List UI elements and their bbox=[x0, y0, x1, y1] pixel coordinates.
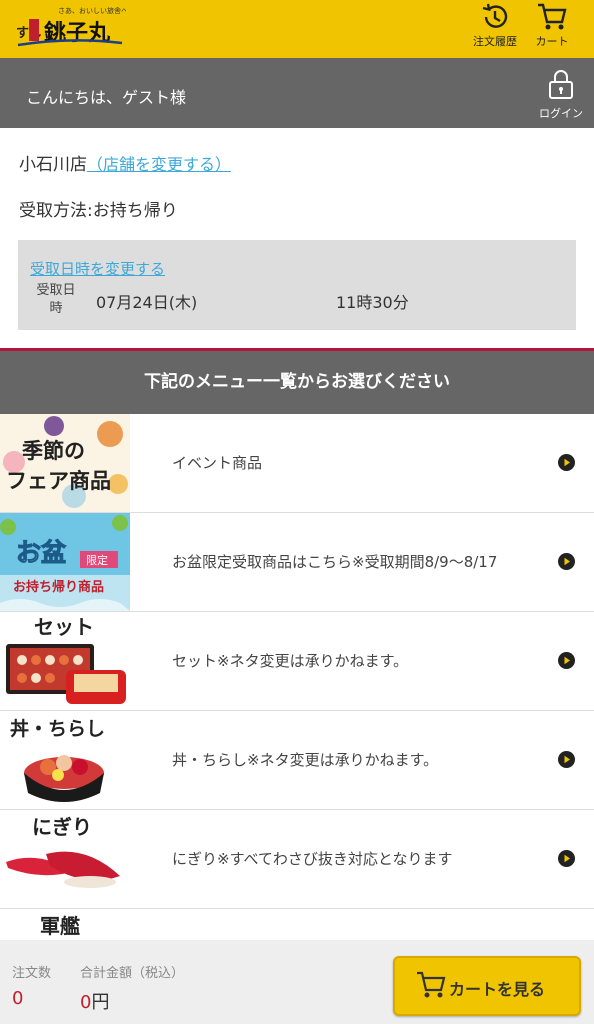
menu-item-label: セット※ネタ変更は承りかねます。 bbox=[172, 652, 409, 670]
menu-item-donburi[interactable]: 丼・ちらし 丼・ちらし※ネタ変更は承りかねます。 bbox=[0, 711, 594, 810]
guest-greeting: こんにちは、ゲスト様 bbox=[26, 88, 187, 107]
svg-text:セット: セット bbox=[34, 615, 94, 639]
change-datetime-link[interactable]: 受取日時を変更する bbox=[30, 258, 165, 279]
order-history-button[interactable]: 注文履歴 bbox=[465, 0, 525, 58]
order-count-value: 0 bbox=[12, 988, 24, 1009]
svg-text:フェア商品: フェア商品 bbox=[6, 468, 111, 493]
svg-text:季節の: 季節の bbox=[22, 438, 85, 463]
change-store-link[interactable]: （店舗を変更する） bbox=[87, 155, 231, 174]
menu-item-nigiri[interactable]: にぎり にぎり※すべてわさび抜き対応となります bbox=[0, 810, 594, 909]
menu-item-image: 丼・ちらし bbox=[0, 711, 130, 809]
svg-text:にぎり: にぎり bbox=[32, 815, 92, 839]
play-arrow-icon bbox=[558, 652, 575, 669]
cart-header-button[interactable]: カート bbox=[522, 0, 582, 58]
play-arrow-icon bbox=[558, 454, 575, 471]
pickup-time: 11時30分 bbox=[336, 293, 409, 312]
brand-logo[interactable]: さあ、おいしい旅舎へ すし 銚子丸 bbox=[14, 4, 128, 48]
guest-bar: こんにちは、ゲスト様 ログイン bbox=[0, 58, 594, 128]
menu-item-obon[interactable]: お盆 限定 お持ち帰り商品 お盆限定受取商品はこちら※受取期間8/9〜8/17 bbox=[0, 513, 594, 612]
menu-item-image: 季節の フェア商品 bbox=[0, 414, 130, 512]
pickup-datetime-box: 受取日時を変更する 受取日時 07月24日(木) 11時30分 bbox=[18, 240, 576, 330]
store-name: 小石川店 bbox=[19, 155, 87, 175]
total-label: 合計金額（税込） bbox=[80, 966, 185, 981]
menu-heading: 下記のメニュー一覧からお選びください bbox=[0, 351, 594, 414]
menu-item-label: お盆限定受取商品はこちら※受取期間8/9〜8/17 bbox=[172, 553, 498, 571]
total-value: 0円 bbox=[80, 988, 109, 1014]
menu-item-label: にぎり※すべてわさび抜き対応となります bbox=[172, 850, 453, 868]
menu-item-label: 丼・ちらし※ネタ変更は承りかねます。 bbox=[172, 751, 439, 769]
view-cart-label: カートを見る bbox=[449, 980, 546, 999]
login-button[interactable]: ログイン bbox=[536, 68, 586, 121]
cart-icon bbox=[417, 971, 446, 998]
menu-item-image: にぎり bbox=[0, 810, 130, 908]
history-icon bbox=[482, 3, 508, 28]
menu-item-image: セット bbox=[0, 612, 130, 710]
cart-icon bbox=[538, 3, 567, 30]
play-arrow-icon bbox=[558, 553, 575, 570]
store-info: 小石川店（店舗を変更する） bbox=[19, 150, 231, 175]
total-unit: 円 bbox=[91, 992, 110, 1013]
total-amount: 0 bbox=[80, 992, 92, 1013]
svg-text:お持ち帰り商品: お持ち帰り商品 bbox=[13, 579, 104, 595]
top-header: さあ、おいしい旅舎へ すし 銚子丸 注文履歴 カート bbox=[0, 0, 594, 58]
svg-text:限定: 限定 bbox=[86, 553, 108, 567]
menu-item-image: お盆 限定 お持ち帰り商品 bbox=[0, 513, 130, 611]
play-arrow-icon bbox=[558, 850, 575, 867]
order-count-label: 注文数 bbox=[12, 966, 52, 981]
cart-header-label: カート bbox=[535, 35, 569, 48]
order-history-label: 注文履歴 bbox=[473, 35, 517, 48]
lock-icon bbox=[549, 70, 573, 99]
svg-text:さあ、おいしい旅舎へ: さあ、おいしい旅舎へ bbox=[58, 6, 126, 15]
pickup-date: 07月24日(木) bbox=[96, 293, 198, 312]
svg-text:お盆: お盆 bbox=[16, 538, 67, 567]
login-label: ログイン bbox=[539, 107, 583, 120]
play-arrow-icon bbox=[558, 751, 575, 768]
pickup-datetime-label: 受取日時 bbox=[36, 283, 76, 316]
menu-item-label: イベント商品 bbox=[172, 454, 263, 472]
menu-item-event[interactable]: 季節の フェア商品 イベント商品 bbox=[0, 414, 594, 513]
svg-text:軍艦: 軍艦 bbox=[40, 914, 80, 938]
view-cart-button[interactable]: カートを見る bbox=[393, 956, 581, 1016]
menu-item-set[interactable]: セット セット※ネタ変更は承りかねます。 bbox=[0, 612, 594, 711]
pickup-method: 受取方法:お持ち帰り bbox=[19, 201, 178, 221]
svg-text:丼・ちらし: 丼・ちらし bbox=[10, 717, 105, 740]
